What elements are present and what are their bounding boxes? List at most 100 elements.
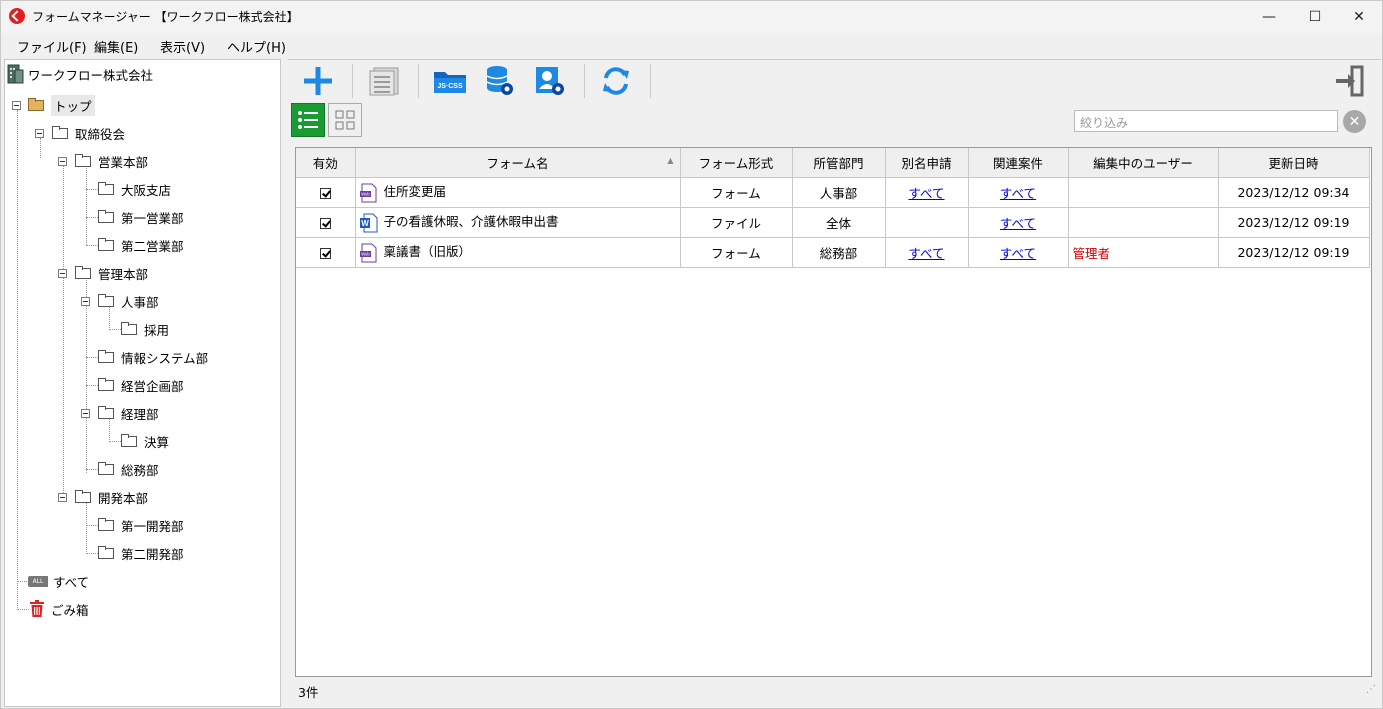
list-view-button[interactable] (366, 64, 402, 98)
tree-item-hr[interactable]: 人事部 (98, 290, 159, 312)
tree-item-label: 第一開発部 (121, 518, 184, 534)
tree-item-dev1[interactable]: 第一開発部 (98, 514, 184, 536)
form-name: 住所変更届 (383, 184, 447, 200)
editing-user (1068, 207, 1219, 238)
folder-icon (98, 181, 114, 195)
editing-user: 管理者 (1068, 237, 1219, 268)
tree-toggle-sales[interactable] (58, 157, 67, 166)
tree-toggle-hr[interactable] (81, 297, 90, 306)
enabled-checkbox[interactable] (319, 217, 331, 229)
tree-item-accounting[interactable]: 経理部 (98, 402, 159, 424)
menu-view[interactable]: 表示(V) (160, 37, 205, 56)
menu-help[interactable]: ヘルプ(H) (227, 37, 286, 56)
toolbar: JS·CSS (288, 59, 1381, 101)
col-updated[interactable]: 更新日時 (1218, 148, 1370, 178)
tree-item-all[interactable]: ALL すべて (28, 570, 89, 592)
clear-filter-button[interactable]: ✕ (1343, 110, 1366, 133)
all-tag-icon: ALL (28, 575, 48, 587)
table-row[interactable]: Web 稟議書（旧版） フォーム 総務部 すべて すべて 管理者 2023/12… (296, 237, 1370, 268)
form-table: 有効 フォーム名 ▲ フォーム形式 所管部門 別名申請 関連案件 編集中のユーザ… (295, 147, 1372, 677)
table-header: 有効 フォーム名 ▲ フォーム形式 所管部門 別名申請 関連案件 編集中のユーザ… (296, 148, 1370, 178)
minimize-button[interactable]: — (1246, 1, 1292, 33)
tree-item-planning[interactable]: 経営企画部 (98, 374, 184, 396)
department: 全体 (792, 207, 886, 238)
alias-link[interactable]: すべて (908, 186, 944, 201)
tree-item-recruit[interactable]: 採用 (121, 318, 169, 340)
filter-input[interactable]: 絞り込み (1074, 110, 1338, 132)
col-form-type[interactable]: フォーム形式 (680, 148, 793, 178)
tree-item-label: トップ (51, 94, 95, 116)
table-row[interactable]: Web 住所変更届 フォーム 人事部 すべて すべて 2023/12/12 09… (296, 177, 1370, 208)
col-department[interactable]: 所管部門 (792, 148, 886, 178)
tree-item-osaka[interactable]: 大阪支店 (98, 178, 171, 200)
menu-edit[interactable]: 編集(E) (94, 37, 138, 56)
refresh-button[interactable] (598, 64, 634, 98)
tree-item-board[interactable]: 取締役会 (52, 122, 125, 144)
sort-asc-icon: ▲ (667, 156, 674, 165)
add-form-button[interactable] (300, 64, 336, 98)
close-icon: ✕ (1348, 113, 1361, 130)
tree-item-admin-hq[interactable]: 管理本部 (75, 262, 148, 284)
related-link[interactable]: すべて (1000, 216, 1036, 231)
tree-toggle-top[interactable] (12, 101, 21, 110)
col-form-name-label: フォーム名 (486, 155, 549, 171)
database-settings-button[interactable] (482, 64, 518, 98)
tree-item-trash[interactable]: ごみ箱 (29, 598, 89, 620)
department: 人事部 (792, 177, 886, 208)
detail-view-button[interactable] (291, 103, 325, 137)
maximize-button[interactable]: ☐ (1292, 1, 1338, 33)
js-css-button[interactable]: JS·CSS (432, 64, 468, 98)
folder-icon (121, 433, 137, 447)
tree-item-dev2[interactable]: 第二開発部 (98, 542, 184, 564)
tree-toggle-admin[interactable] (58, 269, 67, 278)
word-file-icon: W (359, 213, 377, 233)
menu-file[interactable]: ファイル(F) (17, 37, 87, 56)
tree-root-label: ワークフロー株式会社 (28, 67, 154, 83)
app-window: フォームマネージャー 【ワークフロー株式会社】 — ☐ ✕ ファイル(F) 編集… (0, 0, 1383, 709)
tree-item-label: 採用 (144, 322, 170, 338)
resize-grip-icon[interactable]: ⋰ (1366, 684, 1376, 695)
folder-icon (98, 293, 114, 307)
tree-item-top[interactable]: トップ (28, 94, 95, 116)
grid-view-button[interactable] (328, 103, 362, 137)
tree-item-sales1[interactable]: 第一営業部 (98, 206, 184, 228)
tree-item-dev-hq[interactable]: 開発本部 (75, 486, 148, 508)
col-alias[interactable]: 別名申請 (885, 148, 969, 178)
tree-root[interactable]: ワークフロー株式会社 (7, 63, 153, 85)
close-button[interactable]: ✕ (1336, 1, 1382, 33)
alias-link[interactable]: すべて (908, 246, 944, 261)
folder-icon (75, 265, 91, 279)
folder-icon (98, 517, 114, 531)
col-editing-user[interactable]: 編集中のユーザー (1068, 148, 1219, 178)
tree-toggle-board[interactable] (35, 129, 44, 138)
title-bar: フォームマネージャー 【ワークフロー株式会社】 — ☐ ✕ (1, 1, 1382, 33)
col-related[interactable]: 関連案件 (968, 148, 1069, 178)
tree-toggle-dev[interactable] (58, 493, 67, 502)
table-row[interactable]: W 子の看護休暇、介護休暇申出書 ファイル 全体 すべて 2023/12/12 … (296, 207, 1370, 238)
form-settings-button[interactable] (532, 64, 568, 98)
enabled-checkbox[interactable] (319, 187, 331, 199)
col-form-name[interactable]: フォーム名 ▲ (355, 148, 681, 178)
related-link[interactable]: すべて (1000, 186, 1036, 201)
tree-item-label: 総務部 (121, 462, 159, 478)
tree-item-sales2[interactable]: 第二営業部 (98, 234, 184, 256)
tree-item-it[interactable]: 情報システム部 (98, 346, 208, 368)
department: 総務部 (792, 237, 886, 268)
tree-item-general-affairs[interactable]: 総務部 (98, 458, 159, 480)
exit-button[interactable] (1332, 64, 1368, 98)
web-form-icon: Web (359, 243, 376, 263)
col-enabled[interactable]: 有効 (296, 148, 356, 178)
department-tree[interactable]: ワークフロー株式会社 トップ 取締役会 営業本部 大阪支店 第一営業部 第二営業… (4, 59, 281, 707)
enabled-checkbox[interactable] (319, 247, 331, 259)
tree-toggle-accounting[interactable] (81, 409, 90, 418)
window-title: フォームマネージャー 【ワークフロー株式会社】 (32, 10, 299, 24)
tree-item-settlement[interactable]: 決算 (121, 430, 169, 452)
form-type: ファイル (680, 207, 793, 238)
form-name: 子の看護休暇、介護休暇申出書 (383, 214, 559, 230)
js-css-folder-icon: JS·CSS (434, 72, 466, 93)
folder-icon (75, 153, 91, 167)
folder-icon (52, 125, 68, 139)
tree-item-sales-hq[interactable]: 営業本部 (75, 150, 148, 172)
tree-item-label: 経営企画部 (121, 378, 184, 394)
related-link[interactable]: すべて (1000, 246, 1036, 261)
